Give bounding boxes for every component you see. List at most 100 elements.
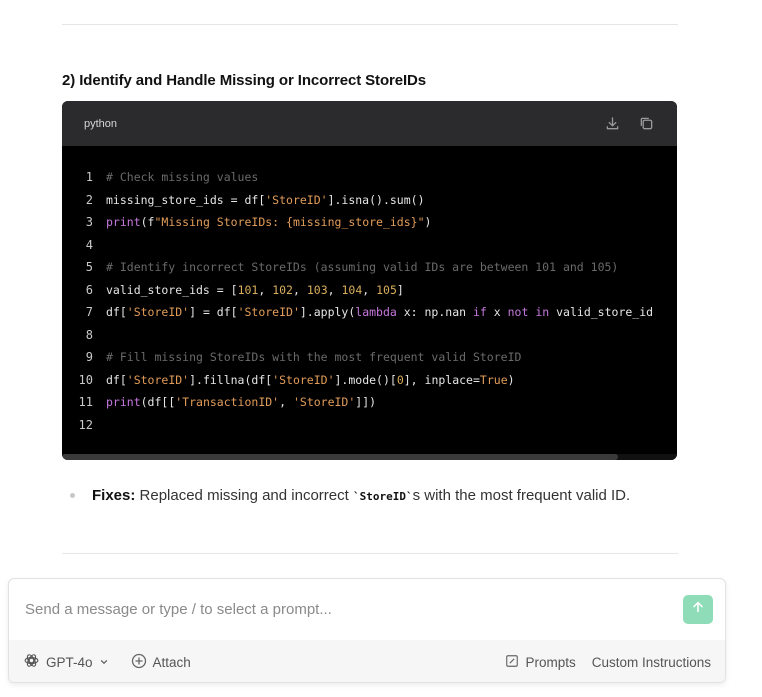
copy-icon[interactable] (637, 115, 655, 133)
code-token: 'StoreID' (292, 395, 356, 410)
code-token: "Missing StoreIDs: {missing_store_ids}" (154, 215, 425, 230)
code-token: # Fill missing StoreIDs with the most fr… (106, 350, 522, 365)
code-token: x: np.nan (396, 305, 473, 320)
line-number: 6 (85, 282, 93, 297)
code-body: 1 # Check missing values 2 missing_store_id… (62, 146, 677, 436)
code-token: if (472, 305, 487, 320)
code-line: 1 # Check missing values (62, 166, 677, 189)
code-token: in (535, 305, 550, 320)
code-token: , (279, 395, 293, 410)
code-line: 3 print(f"Missing StoreIDs: {missing_stor… (62, 211, 677, 234)
inline-code-storeid: `StoreID` (352, 490, 413, 503)
code-token: ] = df[ (189, 305, 238, 320)
code-text: missing_store_ids = df['StoreID'].isna()… (93, 193, 425, 207)
code-text: valid_store_ids = [101, 102, 103, 104, 1… (93, 283, 404, 297)
code-token: df[ (106, 372, 127, 387)
code-block-header: python (62, 101, 677, 146)
code-token: 'TransactionID' (175, 395, 280, 410)
code-token: , (327, 282, 342, 297)
send-button[interactable] (683, 595, 713, 624)
code-token: ].mode()[ (334, 372, 397, 387)
arrow-up-icon (691, 600, 705, 619)
code-token: 105 (376, 282, 397, 297)
code-token: # Identify incorrect StoreIDs (assuming … (106, 260, 619, 275)
code-language-label: python (84, 117, 118, 130)
line-number: 3 (85, 215, 93, 230)
scrollbar-thumb[interactable] (62, 454, 618, 460)
code-text: # Fill missing StoreIDs with the most fr… (93, 350, 521, 364)
line-number: 4 (85, 237, 93, 252)
fixes-list-item: Fixes: Replaced missing and incorrect `S… (92, 487, 630, 504)
fixes-text-after: s with the most frequent valid ID. (412, 487, 631, 504)
line-number: 11 (78, 395, 93, 410)
code-token: 'StoreID' (265, 192, 328, 207)
list-bullet (70, 493, 75, 498)
code-token: 103 (306, 282, 328, 297)
code-token: , (292, 282, 307, 297)
code-line: 2 missing_store_ids = df['StoreID'].isna(… (62, 189, 677, 212)
code-token: ].fillna(df[ (189, 372, 273, 387)
code-token: 0 (396, 372, 404, 387)
code-token: 102 (272, 282, 293, 297)
code-token: 101 (237, 282, 259, 297)
code-token: (f (140, 215, 155, 230)
code-token: x (486, 305, 508, 320)
line-number: 10 (78, 372, 93, 387)
code-line: 9 # Fill missing StoreIDs with the most f… (62, 346, 677, 369)
download-icon[interactable] (603, 115, 621, 133)
attach-button[interactable]: Attach (131, 653, 191, 672)
code-actions (603, 115, 655, 133)
line-number: 9 (85, 350, 93, 365)
code-token: ) (424, 215, 432, 230)
line-number: 8 (85, 327, 93, 342)
code-horizontal-scrollbar[interactable] (62, 454, 677, 460)
bottom-divider (62, 553, 678, 554)
attach-label: Attach (152, 654, 191, 670)
code-line: 5 # Identify incorrect StoreIDs (assuming… (62, 256, 677, 279)
code-line: 11 print(df[['TransactionID', 'StoreID']]… (62, 391, 677, 414)
code-text: print(f"Missing StoreIDs: {missing_store… (93, 215, 431, 229)
prompt-edit-icon (505, 654, 519, 671)
message-input[interactable] (9, 579, 725, 639)
code-text: # Identify incorrect StoreIDs (assuming … (93, 260, 618, 274)
code-token: print (106, 215, 141, 230)
code-token: 104 (341, 282, 363, 297)
code-token: valid_store_id (549, 305, 654, 320)
code-token: 'StoreID' (237, 305, 300, 320)
chevron-down-icon (99, 655, 109, 670)
line-number: 5 (85, 260, 93, 275)
code-token: , (258, 282, 273, 297)
code-line: 4 (62, 234, 677, 257)
line-number: 12 (78, 417, 93, 432)
code-token: 'StoreID' (272, 372, 335, 387)
openai-logo-icon (23, 652, 40, 672)
line-number: 2 (85, 192, 93, 207)
code-token: ] (396, 282, 404, 297)
code-token: ], inplace= (403, 372, 480, 387)
code-text: df['StoreID'].fillna(df['StoreID'].mode(… (93, 373, 515, 387)
message-composer: GPT-4o Attach Prompts Custom Instruction… (8, 578, 726, 683)
custom-instructions-label: Custom Instructions (591, 654, 711, 670)
model-selector[interactable]: GPT-4o (23, 652, 109, 672)
code-token: df[ (106, 305, 127, 320)
composer-toolbar: GPT-4o Attach Prompts Custom Instruction… (9, 640, 725, 682)
code-text: df['StoreID'] = df['StoreID'].apply(lamb… (93, 305, 653, 319)
code-line: 10 df['StoreID'].fillna(df['StoreID'].mod… (62, 369, 677, 392)
code-line: 7 df['StoreID'] = df['StoreID'].apply(lam… (62, 301, 677, 324)
prompts-button[interactable]: Prompts (505, 654, 576, 671)
line-number: 7 (85, 305, 93, 320)
code-token: ].isna().sum() (327, 192, 425, 207)
fixes-label: Fixes: (92, 487, 136, 504)
fixes-text-before: Replaced missing and incorrect (135, 487, 353, 504)
code-token: ) (507, 372, 515, 387)
code-token: 'StoreID' (126, 372, 190, 387)
code-token: 'StoreID' (126, 305, 190, 320)
code-line: 8 (62, 324, 677, 347)
code-token: (df[[ (140, 395, 176, 410)
code-block: python 1 # Check missing values 2 missing_s… (62, 101, 677, 460)
model-label: GPT-4o (46, 654, 93, 670)
custom-instructions-button[interactable]: Custom Instructions (592, 655, 711, 670)
code-token: missing_store_ids = df[ (106, 192, 266, 207)
code-token: not (507, 305, 529, 320)
code-line: 6 valid_store_ids = [101, 102, 103, 104, … (62, 279, 677, 302)
